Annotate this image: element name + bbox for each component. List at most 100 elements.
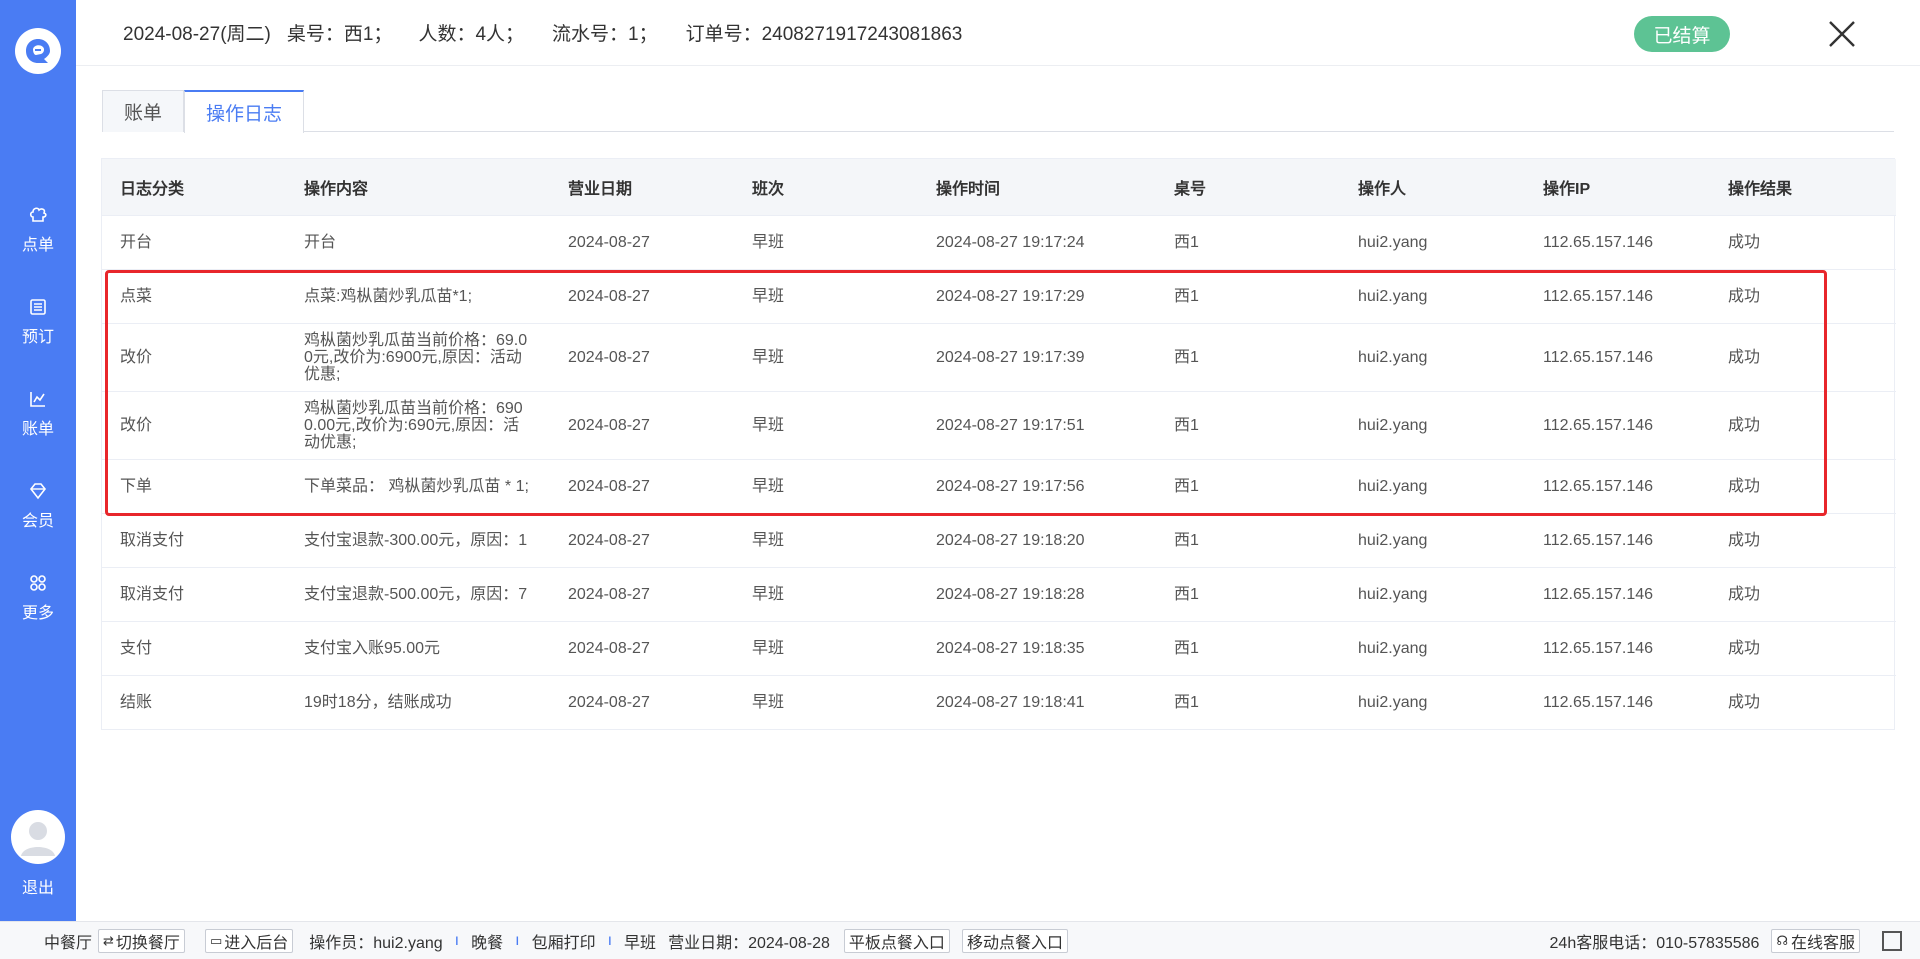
table-row: 改价 鸡枞菌炒乳瓜苗当前价格：6900.00元,改价为:690元,原因：活动优惠;… [102,390,1896,459]
table-cell: 2024-08-27 19:18:28 [918,566,1156,621]
table-row: 取消支付 支付宝退款-300.00元，原因：1 2024-08-27 早班 2024-0… [102,512,1896,567]
table-cell: 西1 [1156,322,1340,391]
table-cell: 2024-08-27 19:17:29 [918,268,1156,323]
sidebar-item-reservation[interactable]: 预订 [0,276,76,368]
column-header: 桌号 [1156,159,1340,215]
sidebar-item-bill[interactable]: 账单 [0,368,76,460]
sidebar-item-more[interactable]: 更多 [0,552,76,644]
table-cell: 112.65.157.146 [1525,458,1710,513]
sidebar: 点单 预订 账单 会员 更多 退出 [0,0,76,921]
table-cell: 西1 [1156,620,1340,675]
table-cell: 2024-08-27 [550,214,734,269]
table-cell: 112.65.157.146 [1525,566,1710,621]
shift-name: 早班 [624,934,657,952]
table-cell: 2024-08-27 19:18:35 [918,620,1156,675]
table-row: 支付 支付宝入账95.00元 2024-08-27 早班 2024-08-27 19:1… [102,620,1896,675]
fullscreen-icon[interactable] [1882,930,1902,951]
table-cell: 112.65.157.146 [1525,620,1710,675]
brand-logo-icon[interactable] [15,28,61,74]
separator: ı [454,931,460,949]
table-cell: 西1 [1156,566,1340,621]
table-cell: 取消支付 [102,566,286,621]
table-cell: 鸡枞菌炒乳瓜苗当前价格：6900.00元,改价为:690元,原因：活动优惠; [286,390,550,459]
enter-backend-button[interactable]: ▭ 进入后台 [204,928,294,953]
headset-icon: ☊ [1776,932,1788,948]
business-date: 营业日期：2024-08-28 [668,934,830,952]
tab-operation-log[interactable]: 操作日志 [184,90,305,133]
table-cell: 19时18分，结账成功 [286,674,550,729]
meal-period: 晚餐 [471,934,504,952]
table-cell: 2024-08-27 [550,458,734,513]
table-cell: 成功 [1710,214,1896,269]
table-cell: 早班 [734,458,918,513]
switch-restaurant-label: 切换餐厅 [115,934,180,952]
table-cell: 成功 [1710,322,1896,391]
table-cell: 2024-08-27 19:17:39 [918,322,1156,391]
table-cell: 2024-08-27 [550,322,734,391]
tablet-order-button[interactable]: 平板点餐入口 [843,928,950,953]
table-cell: 2024-08-27 19:18:20 [918,512,1156,567]
table-cell: hui2.yang [1340,322,1525,391]
swap-icon: ⇄ [103,932,114,948]
table-cell: 支付宝入账95.00元 [286,620,550,675]
table-cell: 成功 [1710,674,1896,729]
table-cell: 开台 [102,214,286,269]
table-cell: 开台 [286,214,550,269]
table-cell: 2024-08-27 [550,620,734,675]
avatar[interactable] [11,810,65,864]
status-bar: 中餐厅 ⇄ 切换餐厅 ▭ 进入后台 操作员：hui2.yang ı 晚餐 ı 包厢打… [0,921,1920,959]
table-cell: hui2.yang [1340,512,1525,567]
table-cell: 西1 [1156,390,1340,459]
book-icon [30,299,46,315]
table-cell: 早班 [734,512,918,567]
table-cell: 早班 [734,674,918,729]
table-cell: 点菜 [102,268,286,323]
tab-bar: 账单 操作日志 [102,90,1894,133]
table-row: 点菜 点菜:鸡枞菌炒乳瓜苗*1; 2024-08-27 早班 2024-08-27 19… [102,268,1896,323]
order-table: 桌号：西1； [286,24,393,45]
order-number: 订单号：2408271917243081863 [685,24,963,45]
table-cell: 2024-08-27 [550,674,734,729]
sidebar-nav: 点单 预订 账单 会员 更多 [0,184,76,644]
online-service-button[interactable]: ☊ 在线客服 [1771,928,1860,953]
switch-restaurant-button[interactable]: ⇄ 切换餐厅 [98,928,185,953]
table-cell: 2024-08-27 19:17:24 [918,214,1156,269]
table-cell: 成功 [1710,620,1896,675]
table-cell: 早班 [734,620,918,675]
sidebar-item-member[interactable]: 会员 [0,460,76,552]
sidebar-item-order[interactable]: 点单 [0,184,76,276]
table-cell: 早班 [734,268,918,323]
table-cell: 2024-08-27 [550,268,734,323]
table-cell: 成功 [1710,566,1896,621]
column-header: 班次 [734,159,918,215]
table-cell: hui2.yang [1340,268,1525,323]
table-cell: 改价 [102,322,286,391]
tab-bill[interactable]: 账单 [102,90,185,132]
mobile-order-button[interactable]: 移动点餐入口 [961,928,1068,953]
table-cell: 西1 [1156,674,1340,729]
enter-backend-label: 进入后台 [224,934,289,952]
sidebar-item-label: 预订 [21,329,54,346]
table-cell: 早班 [734,322,918,391]
table-row: 改价 鸡枞菌炒乳瓜苗当前价格：69.00元,改价为:6900元,原因：活动优惠; 2… [102,322,1896,391]
table-cell: 成功 [1710,458,1896,513]
table-row: 下单 下单菜品： 鸡枞菌炒乳瓜苗 * 1; 2024-08-27 早班 2024-08-… [102,458,1896,513]
table-cell: 早班 [734,390,918,459]
table-cell: 112.65.157.146 [1525,322,1710,391]
sidebar-item-label: 点单 [21,237,54,254]
column-header: 操作人 [1340,159,1525,215]
footer-right: 24h客服电话：010-57835586 ☊ 在线客服 [1550,928,1902,953]
table-cell: 112.65.157.146 [1525,512,1710,567]
logout-button[interactable]: 退出 [0,874,76,898]
order-date: 2024-08-27(周二) [123,24,271,45]
table-cell: hui2.yang [1340,566,1525,621]
room-print[interactable]: 包厢打印 [532,929,596,953]
close-button[interactable] [1826,18,1858,50]
table-row: 开台 开台 2024-08-27 早班 2024-08-27 19:17:24 西1 hui… [102,214,1896,269]
table-row: 结账 19时18分，结账成功 2024-08-27 早班 2024-08-27 19:1… [102,674,1896,729]
table-cell: hui2.yang [1340,674,1525,729]
table-cell: 112.65.157.146 [1525,268,1710,323]
order-serial: 流水号：1； [552,24,658,45]
column-header: 营业日期 [550,159,734,215]
table-cell: 西1 [1156,214,1340,269]
